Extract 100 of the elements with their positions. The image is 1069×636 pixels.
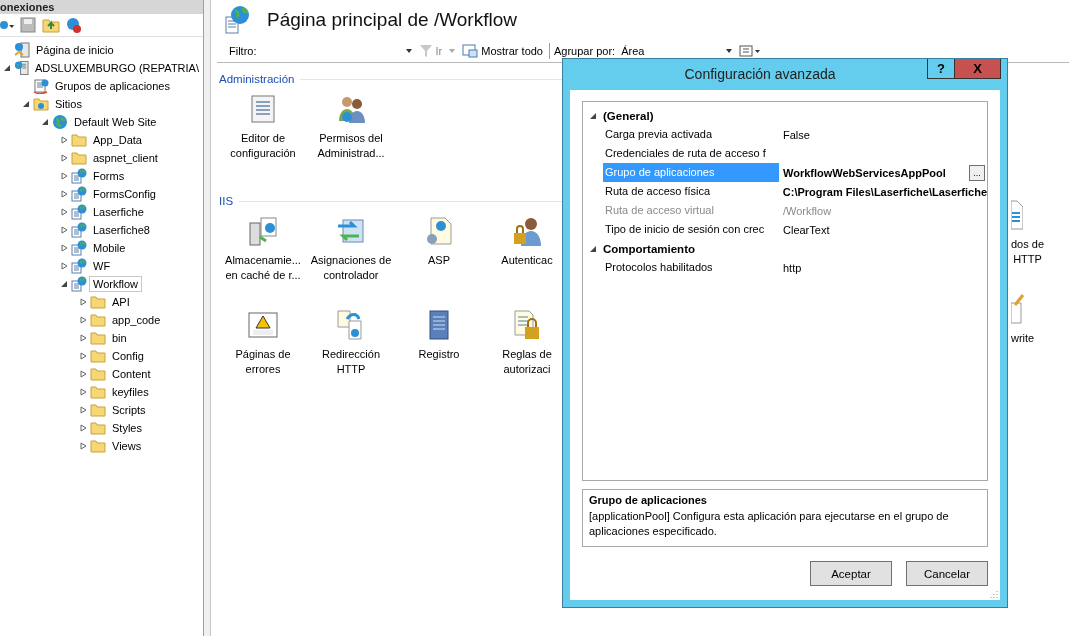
expand-arrow-icon[interactable] bbox=[77, 406, 89, 414]
expand-arrow-icon[interactable] bbox=[77, 442, 89, 450]
folder-icon bbox=[90, 439, 106, 453]
document-icon bbox=[1011, 199, 1023, 231]
web-app-icon bbox=[71, 276, 87, 292]
pencil-page-icon bbox=[1011, 293, 1025, 325]
feature-label: Reglas de autorizaci bbox=[502, 347, 552, 377]
expand-arrow-icon[interactable] bbox=[77, 334, 89, 342]
folder-icon bbox=[90, 403, 106, 417]
property-name[interactable]: Carga previa activada bbox=[603, 125, 779, 144]
web-app-icon bbox=[71, 186, 87, 202]
tree-item[interactable]: WF bbox=[89, 258, 115, 274]
feature-label: Autenticac bbox=[501, 253, 553, 268]
folder-up-icon[interactable] bbox=[42, 17, 60, 33]
tree-item[interactable]: Scripts bbox=[108, 402, 150, 418]
tree-item[interactable]: Laserfiche8 bbox=[89, 222, 154, 238]
sites-folder-icon bbox=[33, 97, 49, 111]
show-all-button[interactable]: Mostrar todo bbox=[460, 44, 545, 58]
expand-arrow-icon[interactable] bbox=[77, 370, 89, 378]
expand-arrow-icon[interactable] bbox=[58, 136, 70, 144]
tree-item[interactable]: Workflow bbox=[89, 276, 143, 292]
tree-item[interactable]: bin bbox=[108, 330, 131, 346]
folder-icon bbox=[90, 331, 106, 345]
folder-icon bbox=[90, 385, 106, 399]
go-button[interactable]: Ir bbox=[416, 44, 445, 58]
tree-item[interactable]: Mobile bbox=[89, 240, 130, 256]
expand-arrow-icon[interactable] bbox=[77, 424, 89, 432]
panel-title: onexiones bbox=[0, 0, 203, 14]
property-value: WorkflowWebServicesAppPool bbox=[783, 166, 946, 179]
expand-arrow-icon[interactable] bbox=[58, 244, 70, 252]
property-value: C:\Program Files\Laserfiche\Laserfiche bbox=[782, 185, 987, 198]
tree-item[interactable]: Forms bbox=[89, 168, 129, 184]
browse-button[interactable]: ... bbox=[969, 164, 985, 181]
feature-label: Permisos del Administrad... bbox=[317, 131, 385, 161]
start-page-icon bbox=[14, 42, 30, 58]
expand-arrow-icon[interactable] bbox=[58, 154, 70, 162]
expand-arrow-icon[interactable] bbox=[58, 208, 70, 216]
server-icon bbox=[14, 60, 29, 76]
group-by-dropdown[interactable]: Área bbox=[619, 45, 736, 57]
tree-item[interactable]: Content bbox=[108, 366, 155, 382]
server-cache-icon bbox=[247, 215, 279, 247]
tree-item[interactable]: App_Data bbox=[89, 132, 146, 148]
expand-arrow-icon[interactable] bbox=[58, 226, 70, 234]
tree-item[interactable]: app_code bbox=[108, 312, 165, 328]
expand-arrow-icon[interactable] bbox=[77, 388, 89, 396]
help-button[interactable]: ? bbox=[927, 59, 955, 79]
page-title: Página principal de /Workflow bbox=[267, 9, 517, 31]
expand-arrow-icon[interactable] bbox=[58, 172, 70, 180]
tree-item[interactable]: Default Web Site bbox=[70, 114, 161, 130]
property-value: ClearText bbox=[783, 223, 830, 236]
property-name[interactable]: Tipo de inicio de sesión con crec bbox=[603, 220, 779, 239]
user-lock-icon bbox=[511, 215, 543, 247]
feature-label: dos de HTTP bbox=[1011, 237, 1045, 267]
property-name[interactable]: Credenciales de ruta de acceso f bbox=[603, 144, 779, 163]
section-heading: IIS bbox=[219, 195, 234, 207]
tree-item[interactable]: aspnet_client bbox=[89, 150, 162, 166]
feature-label: write bbox=[1011, 331, 1035, 346]
close-button[interactable]: X bbox=[955, 59, 1001, 79]
web-app-icon bbox=[71, 204, 87, 220]
expand-arrow-icon[interactable] bbox=[77, 298, 89, 306]
resize-grip-icon[interactable] bbox=[990, 590, 998, 598]
tree-item[interactable]: Página de inicio bbox=[32, 42, 118, 58]
feature-label: Registro bbox=[418, 347, 460, 362]
feature-label: Editor de configuración bbox=[230, 131, 296, 161]
dialog-button[interactable]: Aceptar bbox=[810, 561, 892, 586]
section-heading: Administración bbox=[219, 73, 295, 85]
globe-icon bbox=[52, 114, 68, 130]
group-by-label: Agrupar por: bbox=[554, 45, 616, 57]
property-value: /Workflow bbox=[783, 204, 832, 217]
tree-item[interactable]: Grupos de aplicaciones bbox=[51, 78, 174, 94]
tree-item[interactable]: Views bbox=[108, 438, 146, 454]
dropdown-arrow-icon[interactable] bbox=[404, 47, 413, 55]
folder-icon bbox=[90, 295, 106, 309]
feature-label: ASP bbox=[428, 253, 450, 268]
dialog-button[interactable]: Cancelar bbox=[906, 561, 988, 586]
property-name[interactable]: Ruta de acceso física bbox=[603, 182, 779, 201]
tree-item[interactable]: Laserfiche bbox=[89, 204, 148, 220]
expand-arrow-icon[interactable] bbox=[77, 352, 89, 360]
folder-icon bbox=[90, 421, 106, 435]
filter-label: Filtro: bbox=[229, 45, 257, 57]
expand-arrow-icon[interactable] bbox=[77, 316, 89, 324]
expand-arrow-icon[interactable] bbox=[58, 190, 70, 198]
error-page-icon bbox=[247, 309, 279, 341]
feature-label: Asignaciones de controlador bbox=[310, 253, 392, 283]
tree-item[interactable]: keyfiles bbox=[108, 384, 153, 400]
view-icon[interactable] bbox=[739, 45, 762, 57]
web-app-icon bbox=[71, 240, 87, 256]
tree-item[interactable]: Config bbox=[108, 348, 148, 364]
disconnect-icon[interactable] bbox=[66, 17, 82, 33]
property-name[interactable]: Protocolos habilitados bbox=[603, 258, 779, 277]
expand-arrow-icon[interactable] bbox=[58, 262, 70, 270]
feature-label: Almacenamie... en caché de r... bbox=[225, 253, 301, 283]
tree-item[interactable]: ADSLUXEMBURGO (REPATRIA\ bbox=[31, 60, 203, 76]
description-title: Grupo de aplicaciones bbox=[589, 494, 708, 506]
tree-item[interactable]: FormsConfig bbox=[89, 186, 160, 202]
app-pool-icon bbox=[33, 78, 49, 94]
tree-item[interactable]: API bbox=[108, 294, 134, 310]
tree-item[interactable]: Styles bbox=[108, 420, 146, 436]
tree-item[interactable]: Sitios bbox=[51, 96, 86, 112]
folder-icon bbox=[90, 349, 106, 363]
